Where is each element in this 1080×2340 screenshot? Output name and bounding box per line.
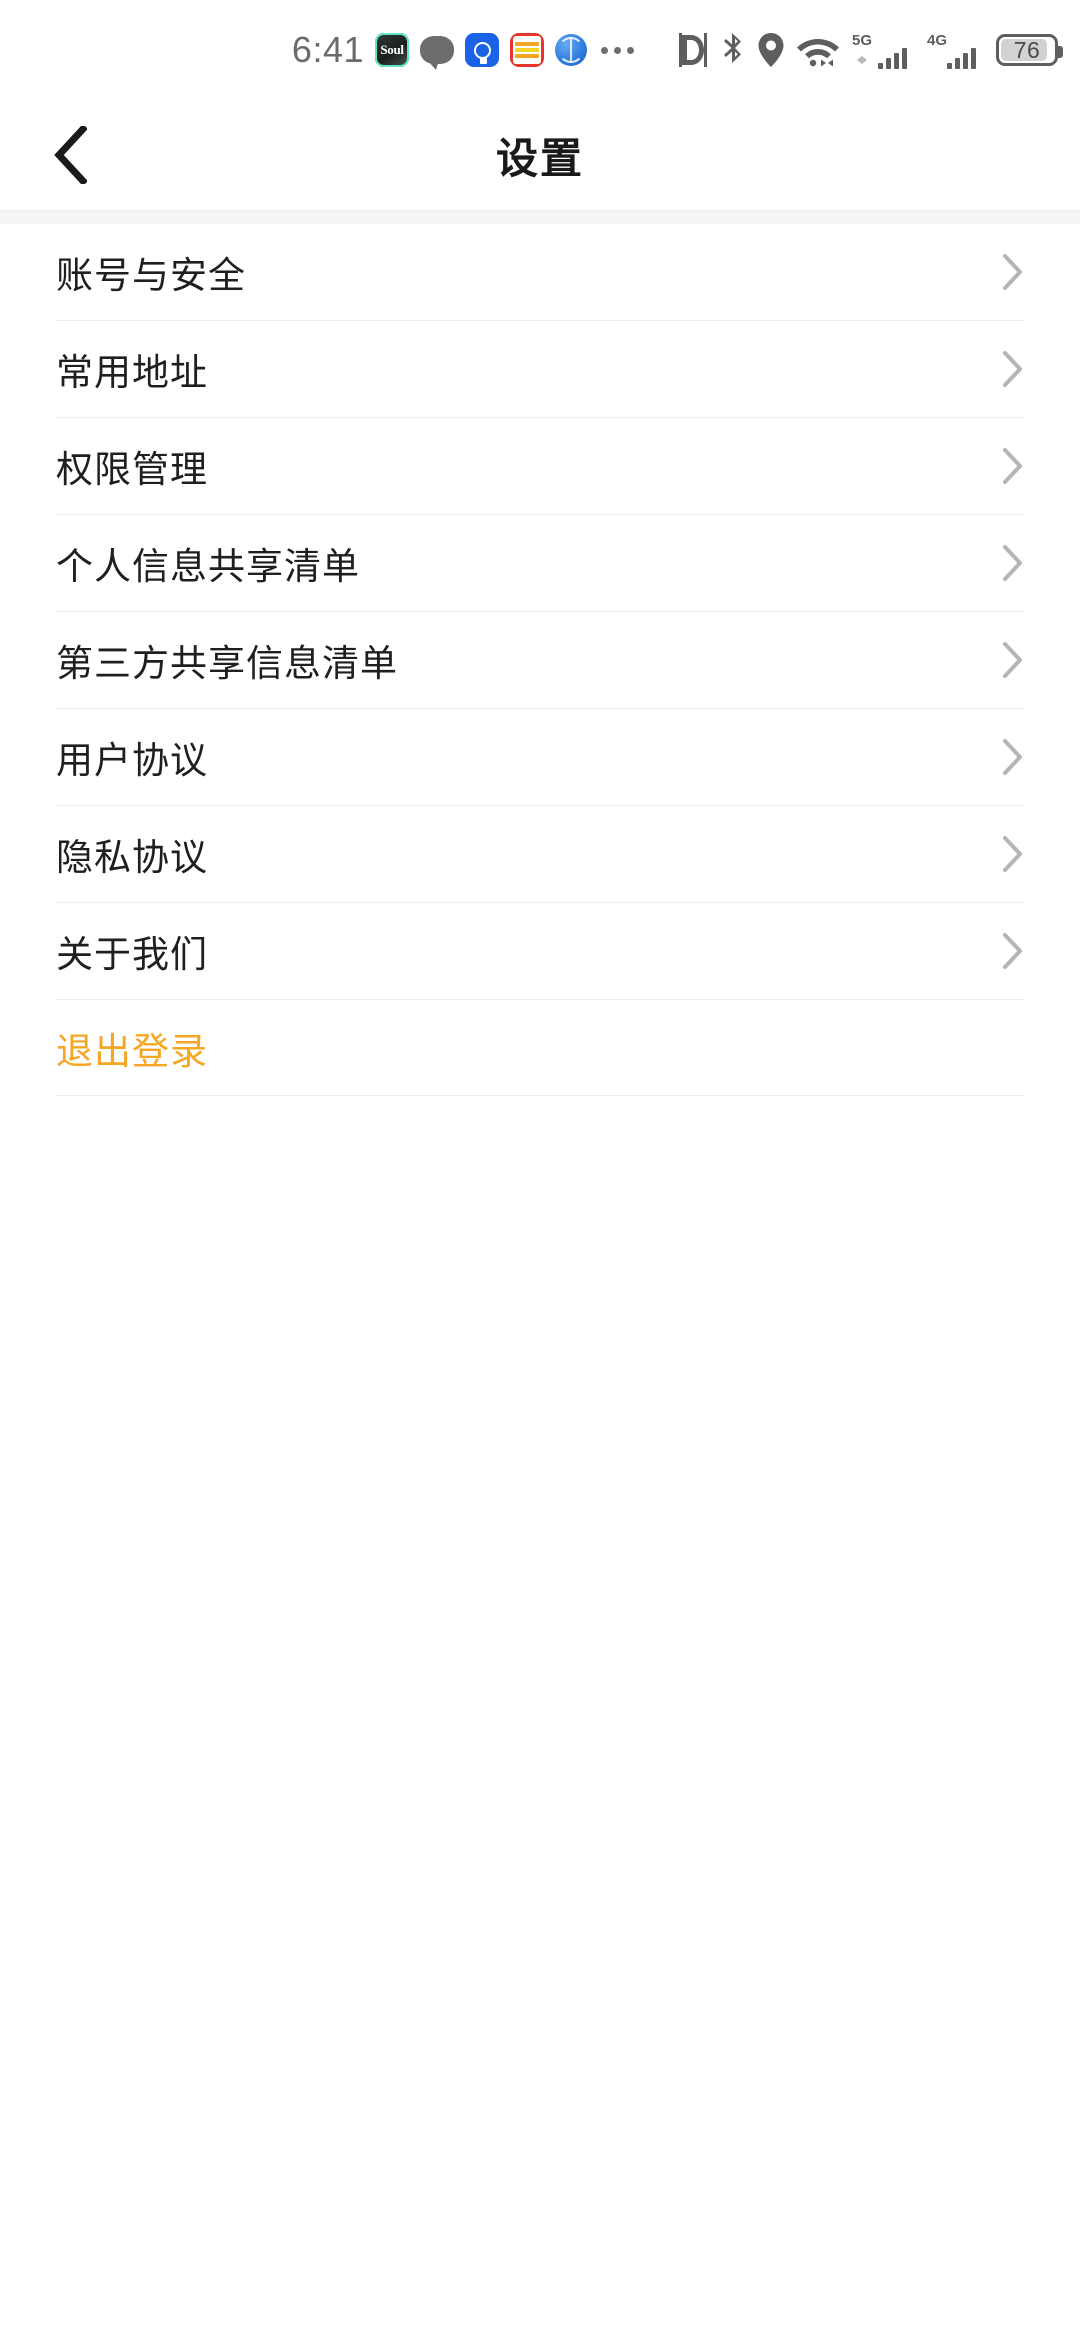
list-item-common-address[interactable]: 常用地址 <box>56 321 1024 418</box>
chevron-right-icon <box>1002 641 1024 679</box>
lightbulb-glyph <box>473 41 491 64</box>
logout-button[interactable]: 退出登录 <box>56 1000 1024 1096</box>
status-bar: 6:41 Soul 5G 4G 76 <box>0 0 1080 100</box>
battery-icon: 76 <box>996 34 1063 66</box>
chevron-right-icon <box>1002 738 1024 776</box>
soul-app-icon: Soul <box>375 33 409 67</box>
back-button[interactable] <box>30 115 110 195</box>
battery-percentage: 76 <box>1013 36 1041 63</box>
message-bubble-icon <box>420 36 454 70</box>
chevron-right-icon <box>1002 350 1024 388</box>
list-item-label: 隐私协议 <box>56 837 208 878</box>
status-bar-notifications: 6:41 Soul <box>291 29 634 70</box>
header-divider <box>0 210 1080 224</box>
news-app-icon-glyph <box>513 36 541 64</box>
list-item-label: 账号与安全 <box>56 255 246 296</box>
chevron-right-icon <box>1002 253 1024 291</box>
list-item-privacy-policy[interactable]: 隐私协议 <box>56 806 1024 903</box>
location-icon <box>758 33 784 67</box>
list-item-about-us[interactable]: 关于我们 <box>56 903 1024 1000</box>
more-notifications-icon <box>601 46 634 54</box>
chevron-right-icon <box>1002 932 1024 970</box>
news-app-icon <box>510 33 544 67</box>
svg-text:4G: 4G <box>927 32 947 49</box>
chevron-right-icon <box>1002 544 1024 582</box>
list-item-third-party-sharing[interactable]: 第三方共享信息清单 <box>56 612 1024 709</box>
lightbulb-app-icon <box>465 33 499 67</box>
chevron-right-icon <box>1002 447 1024 485</box>
list-item-account-security[interactable]: 账号与安全 <box>56 224 1024 321</box>
soul-app-icon-label: Soul <box>380 42 404 57</box>
bluetooth-icon <box>724 33 741 63</box>
list-item-label: 常用地址 <box>56 352 208 393</box>
list-item-label: 第三方共享信息清单 <box>56 643 398 684</box>
signal-4g-icon: 4G <box>927 32 976 69</box>
settings-list: 账号与安全 常用地址 权限管理 个人信息共享清单 第三方共享信息清单 用户协议 … <box>0 224 1080 1096</box>
status-bar-system-icons: 5G 4G 76 <box>678 30 1063 70</box>
list-item-label: 个人信息共享清单 <box>56 546 360 587</box>
page-title: 设置 <box>495 134 584 182</box>
app-header: 设置 <box>0 100 1080 210</box>
list-item-user-agreement[interactable]: 用户协议 <box>56 709 1024 806</box>
svg-text:5G: 5G <box>852 32 872 49</box>
status-bar-clock: 6:41 <box>291 29 364 70</box>
nfc-icon <box>679 33 707 67</box>
browser-globe-icon <box>555 34 587 66</box>
list-item-label: 关于我们 <box>56 934 208 975</box>
chevron-right-icon <box>1002 835 1024 873</box>
back-chevron-icon <box>54 126 87 184</box>
wifi-icon <box>797 39 839 67</box>
settings-screen: 6:41 Soul 5G 4G 76 设置 账号与安全 常用地址 权限管理 个人… <box>0 0 1080 2340</box>
signal-5g-icon: 5G <box>852 32 907 69</box>
list-item-permission-management[interactable]: 权限管理 <box>56 418 1024 515</box>
list-item-label: 用户协议 <box>56 740 208 781</box>
list-item-personal-info-sharing[interactable]: 个人信息共享清单 <box>56 515 1024 612</box>
list-item-label: 权限管理 <box>56 449 208 490</box>
logout-label: 退出登录 <box>56 1030 208 1072</box>
